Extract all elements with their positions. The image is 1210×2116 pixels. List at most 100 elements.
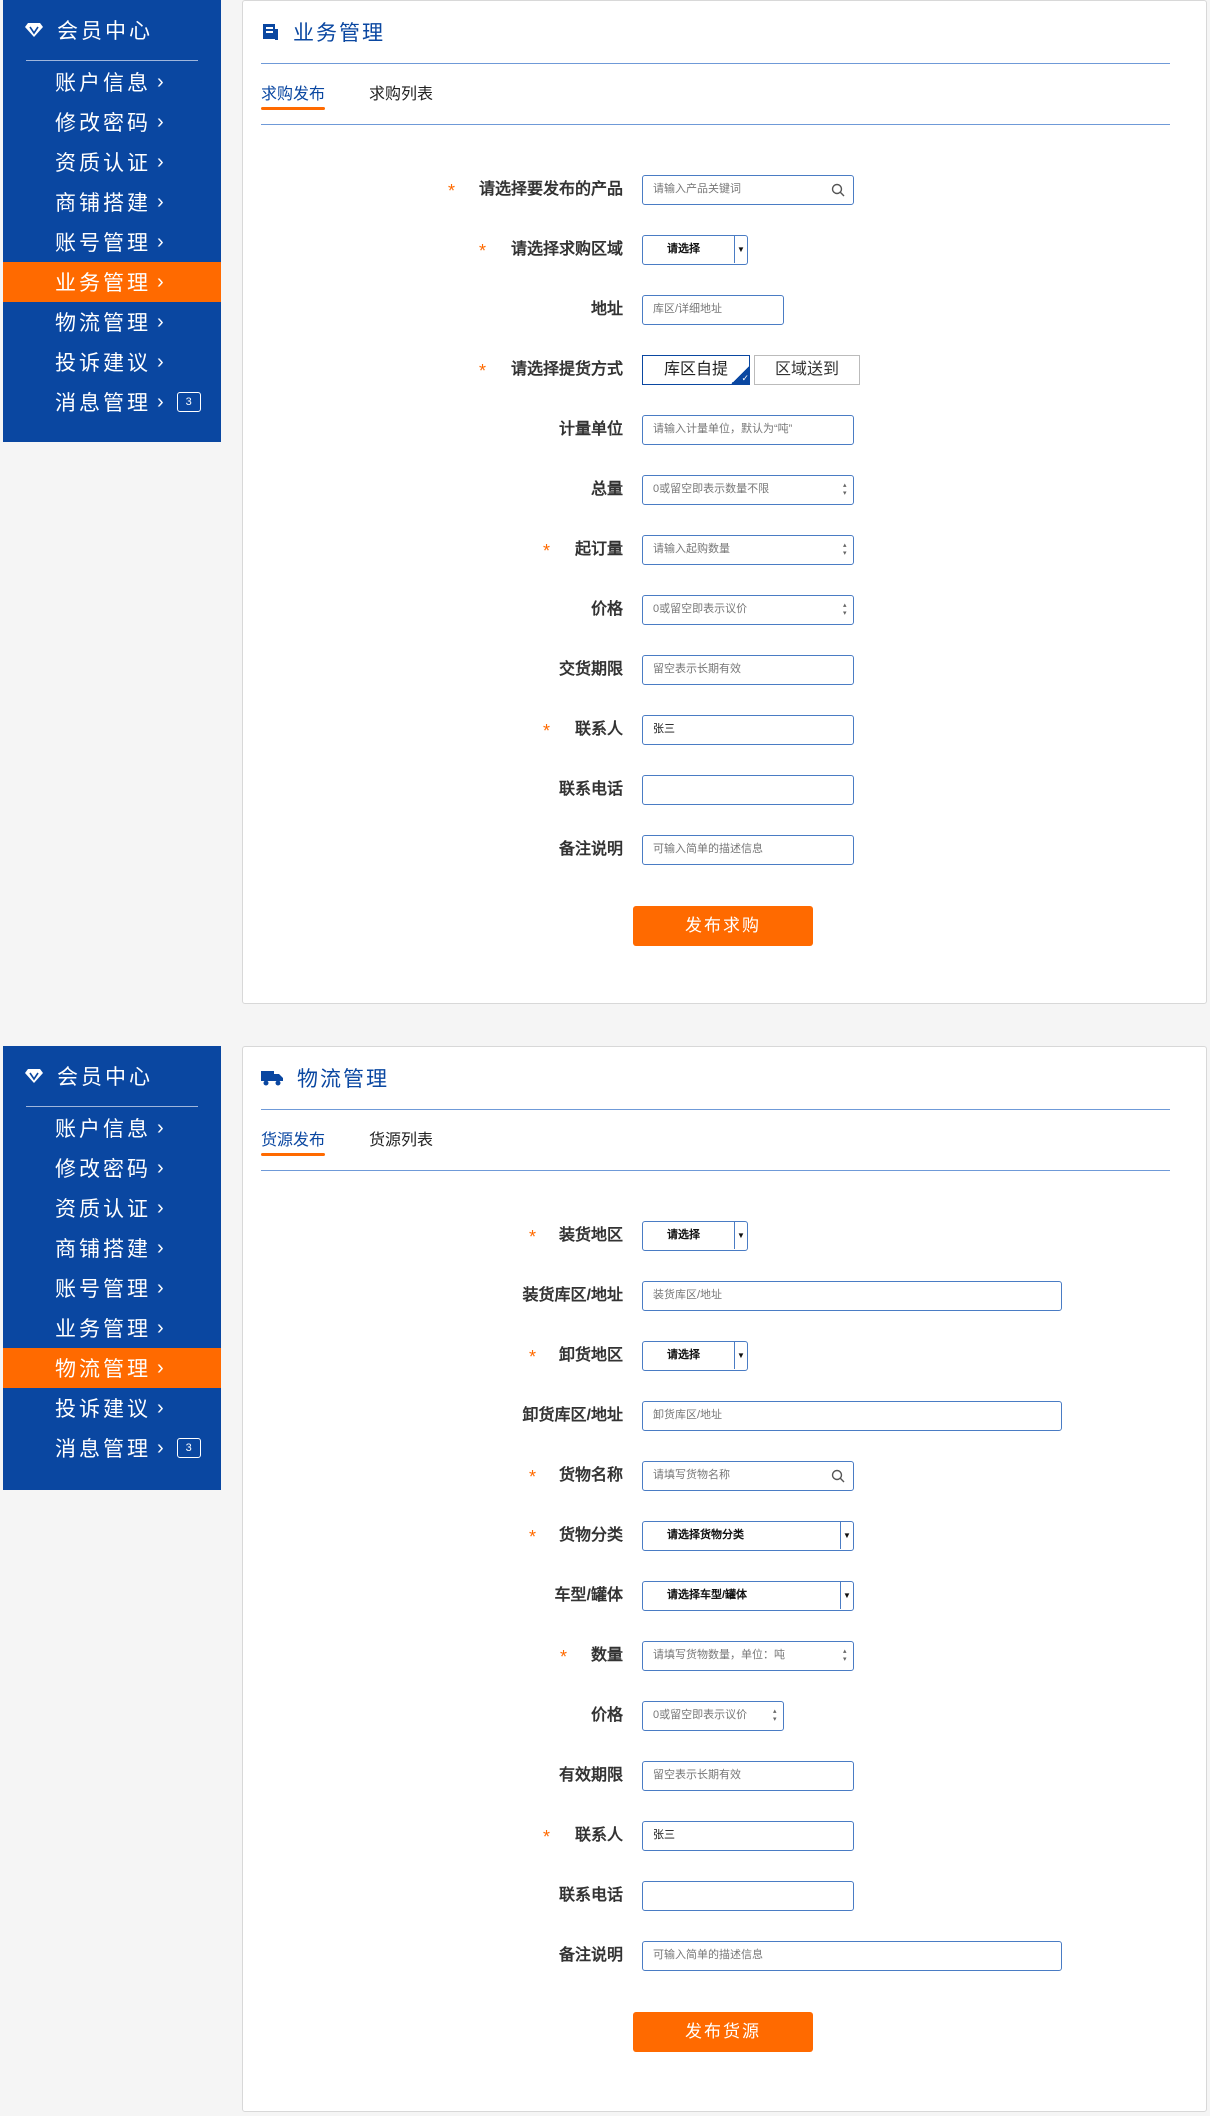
contact-name-input[interactable]: 张三	[642, 1821, 854, 1851]
region-select[interactable]: 请选择 ▼	[642, 235, 748, 265]
tab-cargo-list[interactable]: 货源列表	[369, 1126, 433, 1154]
sidebar-item-label: 业务管理	[55, 1318, 151, 1341]
delivery-option-self-pickup[interactable]: 库区自提	[642, 355, 750, 385]
sidebar-item-change-password[interactable]: 修改密码 ›	[3, 1148, 221, 1188]
search-icon[interactable]	[831, 1469, 845, 1483]
form-row-contact: * 联系人 张三	[242, 1821, 1205, 1851]
stepper-icon[interactable]: ▴ ▾	[843, 602, 849, 618]
form-row-load-address: 装货库区/地址 装货库区/地址	[242, 1281, 1205, 1311]
delivery-deadline-input[interactable]: 留空表示长期有效	[642, 655, 854, 685]
sidebar-item-label: 消息管理	[55, 1438, 151, 1461]
field-label: 备注说明	[558, 841, 623, 858]
diamond-icon	[25, 1069, 43, 1083]
phone-input[interactable]	[642, 775, 854, 805]
input-placeholder: 留空表示长期有效	[653, 1769, 741, 1781]
sidebar-item-account-info[interactable]: 账户信息 ›	[3, 1108, 221, 1148]
remark-input[interactable]: 可输入简单的描述信息	[642, 835, 854, 865]
message-count-badge: 3	[176, 1438, 201, 1458]
required-mark: *	[543, 541, 551, 561]
required-mark: *	[479, 241, 487, 261]
select-value: 请选择	[667, 243, 700, 255]
total-quantity-input[interactable]: 0或留空即表示数量不限 ▴ ▾	[642, 475, 854, 505]
stepper-icon[interactable]: ▴ ▾	[843, 482, 849, 498]
sidebar-item-label: 商铺搭建	[55, 192, 151, 215]
unload-region-select[interactable]: 请选择 ▼	[642, 1341, 748, 1371]
goods-name-search-input[interactable]: 请填写货物名称	[642, 1461, 854, 1491]
price-input[interactable]: 0或留空即表示议价 ▴ ▾	[642, 595, 854, 625]
field-label: 货物分类	[558, 1527, 623, 1544]
sidebar-item-label: 账号管理	[55, 232, 151, 255]
caret-down-icon: ▼	[840, 1522, 853, 1549]
sidebar-item-certification[interactable]: 资质认证 ›	[3, 142, 221, 182]
stepper-icon[interactable]: ▴ ▾	[843, 542, 849, 558]
delivery-option-regional[interactable]: 区域送到	[754, 355, 860, 385]
tab-cargo-publish[interactable]: 货源发布	[261, 1126, 326, 1156]
field-label: 联系电话	[558, 1887, 623, 1904]
min-order-input[interactable]: 请输入起购数量 ▴ ▾	[642, 535, 854, 565]
tab-purchase-publish[interactable]: 求购发布	[261, 80, 326, 110]
chevron-right-icon: ›	[157, 1236, 167, 1259]
field-label: 卸货地区	[558, 1347, 623, 1364]
required-mark: *	[479, 361, 487, 381]
sidebar-item-business-management[interactable]: 业务管理 ›	[3, 1308, 221, 1348]
select-value: 请选择	[667, 1229, 700, 1241]
tab-purchase-list[interactable]: 求购列表	[369, 80, 433, 108]
field-label: 装货地区	[558, 1227, 623, 1244]
sidebar-item-logistics-management[interactable]: 物流管理 ›	[3, 1348, 221, 1388]
form-row-contact: * 联系人 张三	[242, 715, 1205, 745]
form-row-address: 地址 库区/详细地址	[242, 295, 1205, 325]
field-label: 备注说明	[558, 1947, 623, 1964]
load-address-input[interactable]: 装货库区/地址	[642, 1281, 1062, 1311]
form-row-product: * 请选择要发布的产品 请输入产品关键词	[242, 175, 1205, 205]
publish-purchase-button[interactable]: 发布求购	[633, 906, 813, 946]
product-search-input[interactable]: 请输入产品关键词	[642, 175, 854, 205]
unload-address-input[interactable]: 卸货库区/地址	[642, 1401, 1062, 1431]
sidebar-item-account-info[interactable]: 账户信息 ›	[3, 62, 221, 102]
sidebar-item-business-management[interactable]: 业务管理 ›	[3, 262, 221, 302]
vehicle-type-select[interactable]: 请选择车型/罐体 ▼	[642, 1581, 854, 1611]
input-placeholder: 0或留空即表示议价	[653, 603, 748, 615]
quantity-input[interactable]: 请填写货物数量，单位：吨 ▴ ▾	[642, 1641, 854, 1671]
sidebar-item-complaints[interactable]: 投诉建议 ›	[3, 342, 221, 382]
message-count-badge: 3	[176, 392, 201, 412]
remark-input[interactable]: 可输入简单的描述信息	[642, 1941, 1062, 1971]
load-region-select[interactable]: 请选择 ▼	[642, 1221, 748, 1251]
stepper-icon[interactable]: ▴ ▾	[843, 1648, 849, 1664]
sidebar-item-messages[interactable]: 消息管理 › 3	[3, 382, 221, 422]
select-value: 请选择货物分类	[667, 1529, 744, 1541]
phone-input[interactable]	[642, 1881, 854, 1911]
sidebar-item-change-password[interactable]: 修改密码 ›	[3, 102, 221, 142]
required-mark: *	[448, 181, 456, 201]
valid-period-input[interactable]: 留空表示长期有效	[642, 1761, 854, 1791]
form-row-unload-address: 卸货库区/地址 卸货库区/地址	[242, 1401, 1205, 1431]
goods-category-select[interactable]: 请选择货物分类 ▼	[642, 1521, 854, 1551]
document-icon	[263, 24, 278, 40]
sidebar-item-account-management[interactable]: 账号管理 ›	[3, 222, 221, 262]
sidebar-item-account-management[interactable]: 账号管理 ›	[3, 1268, 221, 1308]
chevron-right-icon: ›	[157, 310, 167, 333]
tab-bar: 货源发布 货源列表	[261, 1110, 1170, 1171]
input-placeholder: 卸货库区/地址	[653, 1409, 723, 1421]
form-row-delivery: * 请选择提货方式 库区自提 区域送到	[242, 355, 1205, 385]
caret-down-icon: ▼	[840, 1582, 853, 1609]
sidebar-item-store-setup[interactable]: 商铺搭建 ›	[3, 1228, 221, 1268]
sidebar-item-certification[interactable]: 资质认证 ›	[3, 1188, 221, 1228]
unit-input[interactable]: 请输入计量单位，默认为“吨”	[642, 415, 854, 445]
input-placeholder: 可输入简单的描述信息	[653, 1949, 763, 1961]
search-icon[interactable]	[831, 183, 845, 197]
form-row-remark: 备注说明 可输入简单的描述信息	[242, 1941, 1205, 1971]
sidebar-item-logistics-management[interactable]: 物流管理 ›	[3, 302, 221, 342]
sidebar-item-complaints[interactable]: 投诉建议 ›	[3, 1388, 221, 1428]
select-value: 请选择	[667, 1349, 700, 1361]
publish-cargo-button[interactable]: 发布货源	[633, 2012, 813, 2052]
form-row-phone: 联系电话	[242, 1881, 1205, 1911]
field-label: 计量单位	[558, 421, 623, 438]
sidebar-item-messages[interactable]: 消息管理 › 3	[3, 1428, 221, 1468]
sidebar-item-store-setup[interactable]: 商铺搭建 ›	[3, 182, 221, 222]
contact-name-input[interactable]: 张三	[642, 715, 854, 745]
price-input[interactable]: 0或留空即表示议价 ▴ ▾	[642, 1701, 784, 1731]
stepper-icon[interactable]: ▴ ▾	[773, 1708, 779, 1724]
address-input[interactable]: 库区/详细地址	[642, 295, 784, 325]
caret-down-icon: ▼	[734, 236, 747, 263]
input-placeholder: 库区/详细地址	[653, 303, 723, 315]
